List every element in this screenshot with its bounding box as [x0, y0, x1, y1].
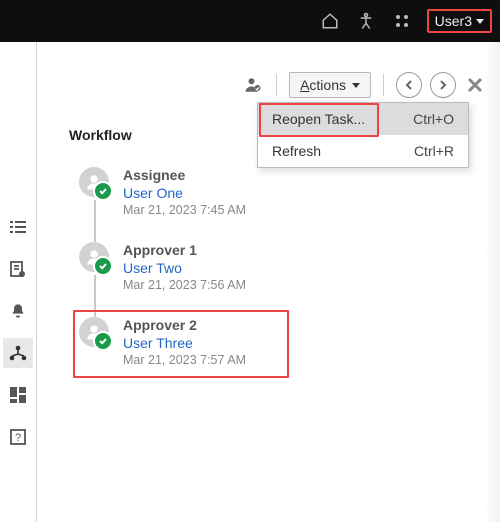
caret-down-icon: [476, 19, 484, 24]
avatar: [79, 242, 109, 272]
workflow-title: Workflow: [69, 127, 132, 143]
sidebar-item-report[interactable]: [3, 254, 33, 284]
workflow-role: Approver 2: [123, 317, 246, 333]
sidebar-item-dashboard[interactable]: [3, 380, 33, 410]
svg-text:?: ?: [15, 432, 21, 444]
check-icon: [93, 181, 113, 201]
assign-user-icon[interactable]: [242, 74, 264, 96]
app-top-bar: User3: [0, 0, 500, 42]
toolbar-separator: [276, 74, 277, 96]
workflow-user-link[interactable]: User Two: [123, 260, 246, 276]
caret-down-icon: [352, 83, 360, 88]
actions-label-rest: ctions: [309, 77, 346, 93]
menu-item-label: Refresh: [272, 143, 321, 159]
menu-item-refresh[interactable]: Refresh Ctrl+R: [258, 135, 468, 167]
workflow-connector: [94, 200, 96, 242]
next-button[interactable]: [430, 72, 456, 98]
avatar: [79, 317, 109, 347]
workflow-step-approver1: Approver 1 User Two Mar 21, 2023 7:56 AM: [79, 242, 289, 292]
actions-menu: Reopen Task... Ctrl+O Refresh Ctrl+R: [257, 102, 469, 168]
sidebar-item-alerts[interactable]: [3, 296, 33, 326]
apps-grid-icon[interactable]: [391, 10, 413, 32]
workflow-timestamp: Mar 21, 2023 7:57 AM: [123, 353, 246, 367]
background-pane-edge: [484, 42, 500, 522]
menu-item-shortcut: Ctrl+R: [414, 143, 454, 159]
prev-button[interactable]: [396, 72, 422, 98]
workflow-step-assignee: Assignee User One Mar 21, 2023 7:45 AM: [79, 167, 289, 217]
sidebar-item-workflow[interactable]: [3, 338, 33, 368]
menu-item-reopen-task[interactable]: Reopen Task... Ctrl+O: [258, 103, 468, 135]
user-menu[interactable]: User3: [427, 9, 492, 33]
menu-item-shortcut: Ctrl+O: [413, 111, 454, 127]
check-icon: [93, 331, 113, 351]
workflow-user-link[interactable]: User One: [123, 185, 246, 201]
check-icon: [93, 256, 113, 276]
close-button[interactable]: [464, 74, 486, 96]
avatar: [79, 167, 109, 197]
workflow-role: Approver 1: [123, 242, 246, 258]
main-panel: Actions Reopen Task... Ctrl+O Refresh: [37, 42, 500, 522]
workflow-role: Assignee: [123, 167, 246, 183]
accessibility-icon[interactable]: [355, 10, 377, 32]
panel-toolbar: Actions: [242, 72, 486, 98]
actions-button[interactable]: Actions: [289, 72, 371, 98]
home-icon[interactable]: [319, 10, 341, 32]
workflow-connector: [94, 275, 96, 317]
user-label: User3: [435, 13, 472, 29]
workflow-timestamp: Mar 21, 2023 7:56 AM: [123, 278, 246, 292]
toolbar-separator: [383, 74, 384, 96]
sidebar-item-help[interactable]: ?: [3, 422, 33, 452]
left-sidebar: ?: [0, 42, 37, 522]
workflow-user-link[interactable]: User Three: [123, 335, 246, 351]
workflow-timestamp: Mar 21, 2023 7:45 AM: [123, 203, 246, 217]
menu-item-label: Reopen Task...: [272, 111, 365, 127]
workflow-step-approver2: Approver 2 User Three Mar 21, 2023 7:57 …: [79, 317, 289, 367]
sidebar-item-list[interactable]: [3, 212, 33, 242]
